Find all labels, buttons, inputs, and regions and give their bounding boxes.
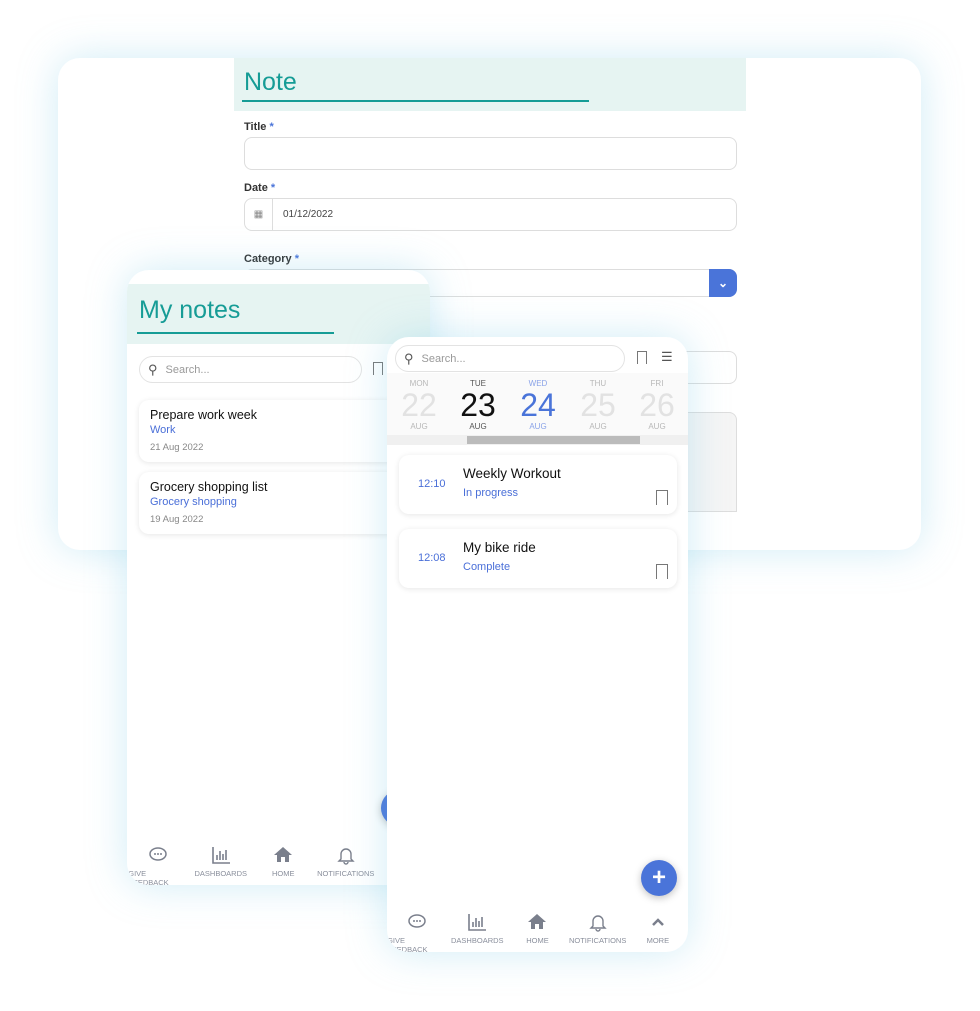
date-label: Date * xyxy=(244,182,276,194)
note-card[interactable]: Prepare work week Work 21 Aug 2022 xyxy=(139,400,399,462)
note-card[interactable]: Grocery shopping list Grocery shopping 1… xyxy=(139,472,399,534)
home-icon xyxy=(528,914,547,929)
category-label: Category * xyxy=(244,253,300,265)
add-activity-button[interactable]: + xyxy=(641,860,677,896)
note-header: Note xyxy=(234,58,746,111)
day-tue[interactable]: TUE 23 AUG xyxy=(449,379,507,431)
day-wed[interactable]: WED 24 AUG xyxy=(509,379,567,431)
activity-title: My bike ride xyxy=(463,540,536,555)
search-icon: ⚲ xyxy=(404,350,414,366)
bookmark-icon[interactable] xyxy=(656,490,668,505)
search-input[interactable]: ⚲ Search... xyxy=(139,356,362,383)
activity-status: Complete xyxy=(463,561,511,573)
note-category: Grocery shopping xyxy=(150,496,237,508)
search-input[interactable]: ⚲ Search... xyxy=(395,345,625,372)
my-notes-screen: My notes ⚲ Search... Prepare work week W… xyxy=(127,270,430,885)
note-category: Work xyxy=(150,424,176,436)
nav-dashboards[interactable]: DASHBOARDS xyxy=(191,845,251,885)
nav-give-feedback[interactable]: GIVE FEEDBACK xyxy=(387,912,447,952)
chat-bubble-icon xyxy=(149,847,167,861)
nav-give-feedback[interactable]: GIVE FEEDBACK xyxy=(128,845,188,885)
note-date: 19 Aug 2022 xyxy=(150,514,204,525)
note-title: Grocery shopping list xyxy=(150,480,268,494)
bar-chart-icon xyxy=(468,914,487,931)
activity-card[interactable]: 12:10 Weekly Workout In progress xyxy=(399,455,677,514)
bookmark-icon[interactable] xyxy=(637,351,647,364)
title-input[interactable] xyxy=(244,137,737,170)
day-fri[interactable]: FRI 26 AUG xyxy=(628,379,686,431)
page-title: Note xyxy=(244,68,297,96)
activity-status: In progress xyxy=(463,487,519,499)
chat-bubble-icon xyxy=(408,914,426,928)
day-thu[interactable]: THU 25 AUG xyxy=(569,379,627,431)
bell-icon xyxy=(588,915,607,932)
bottom-nav: GIVE FEEDBACK DASHBOARDS HOME NOTIFICATI… xyxy=(387,912,688,952)
note-date: 21 Aug 2022 xyxy=(150,442,204,453)
search-icon: ⚲ xyxy=(148,361,158,377)
horizontal-scrollbar[interactable] xyxy=(387,435,688,445)
nav-home[interactable]: HOME xyxy=(253,845,313,885)
note-title: Prepare work week xyxy=(150,408,257,422)
title-underline xyxy=(137,332,334,334)
title-label: Title * xyxy=(244,121,274,133)
bell-icon xyxy=(337,848,355,865)
day-mon[interactable]: MON 22 AUG xyxy=(390,379,448,431)
nav-dashboards[interactable]: DASHBOARDS xyxy=(447,912,507,952)
my-notes-header: My notes xyxy=(127,284,430,344)
nav-notifications[interactable]: NOTIFICATIONS xyxy=(568,912,628,952)
nav-home[interactable]: HOME xyxy=(507,912,567,952)
nav-more[interactable]: MORE xyxy=(628,912,688,952)
bar-chart-icon xyxy=(211,847,230,864)
filter-icon[interactable]: ☰ xyxy=(661,349,673,365)
chevron-up-icon xyxy=(651,918,664,926)
bookmark-icon[interactable] xyxy=(373,362,383,375)
activity-time: 12:08 xyxy=(418,552,446,564)
scrollbar-thumb[interactable] xyxy=(467,436,640,444)
chevron-down-icon[interactable]: ⌄ xyxy=(709,269,737,297)
page-title: My notes xyxy=(139,296,241,324)
bottom-nav: GIVE FEEDBACK DASHBOARDS HOME NOTIFICATI… xyxy=(127,845,377,885)
activity-title: Weekly Workout xyxy=(463,466,561,481)
nav-notifications[interactable]: NOTIFICATIONS xyxy=(316,845,376,885)
home-icon xyxy=(274,847,293,862)
date-input[interactable]: ▦ 01/12/2022 xyxy=(244,198,737,231)
activity-time: 12:10 xyxy=(418,478,446,490)
activity-screen: ⚲ Search... ☰ MON 22 AUG TUE 23 AUG WED 24 AUG… xyxy=(387,337,688,952)
activity-card[interactable]: 12:08 My bike ride Complete xyxy=(399,529,677,588)
calendar-icon[interactable]: ▦ xyxy=(245,199,273,230)
title-underline xyxy=(242,100,589,102)
bookmark-icon[interactable] xyxy=(656,564,668,579)
